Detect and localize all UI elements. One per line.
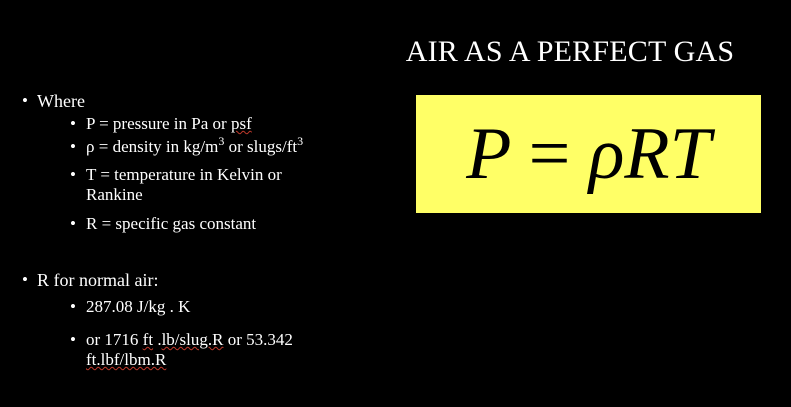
definition-pressure-unit: psf [230, 114, 252, 133]
r-value-imperial-alt: or 53.342 [223, 330, 293, 349]
r-value-imperial-lbm: ft.lbf/lbm.R [86, 350, 167, 369]
definition-pressure: P = pressure in Pa or psf [86, 114, 252, 134]
definition-density-alt: or slugs/ft [224, 137, 298, 156]
definition-density-exponent-2: 3 [297, 134, 304, 148]
definition-temperature: T = temperature in Kelvin or [86, 165, 282, 184]
bullet-icon: • [70, 114, 76, 133]
r-value-imperial-ft: ft [142, 330, 154, 349]
bullet-icon: • [70, 214, 76, 233]
definition-pressure-text: P = pressure in Pa or [86, 114, 231, 133]
slide-title: AIR AS A PERFECT GAS [405, 35, 735, 68]
r-value-imperial-dot: . [153, 330, 162, 349]
r-value-imperial: or 1716 ft .lb/slug.R or 53.342 [86, 330, 293, 350]
formula-r: R [624, 113, 670, 195]
bullet-icon: • [22, 91, 28, 110]
definition-density-text: ρ = density in kg/m [86, 137, 219, 156]
definition-temperature-cont: Rankine [86, 185, 143, 204]
bullet-icon: • [70, 330, 76, 349]
formula-box: P = ρRT [416, 95, 761, 213]
definition-gas-constant: R = specific gas constant [86, 214, 257, 233]
slide: AIR AS A PERFECT GAS P = ρRT • Where • P… [0, 0, 791, 407]
r-value-imperial-text: or 1716 [86, 330, 143, 349]
bullet-icon: • [70, 297, 76, 316]
definition-density: ρ = density in kg/m3 or slugs/ft3 [86, 134, 304, 157]
formula-equals: = [528, 113, 571, 195]
r-value-si: 287.08 J/kg . K [86, 297, 191, 316]
r-value-imperial-cont: ft.lbf/lbm.R [86, 350, 166, 370]
bullet-icon: • [70, 137, 76, 156]
r-normal-air-label: R for normal air: [37, 270, 159, 290]
formula-t: T [669, 113, 711, 195]
ideal-gas-formula: P = ρRT [416, 95, 761, 213]
formula-rho: ρ [588, 113, 625, 195]
bullet-icon: • [70, 165, 76, 184]
formula-p: P [466, 113, 511, 195]
where-label: Where [37, 91, 85, 111]
bullet-icon: • [22, 270, 28, 289]
r-value-imperial-slug: lb/slug.R [161, 330, 224, 349]
